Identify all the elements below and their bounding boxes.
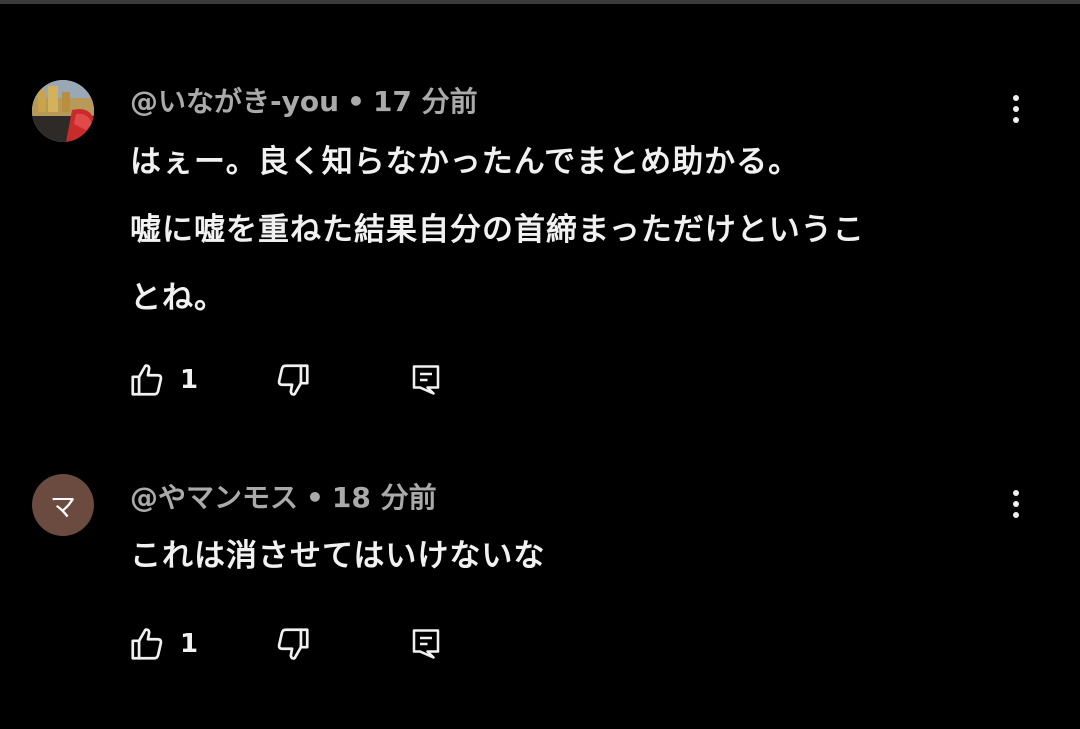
thumbs-up-icon	[131, 364, 163, 396]
dislike-button[interactable]	[274, 622, 312, 666]
comment-line: はぇー。良く知らなかったんでまとめ助かる。	[130, 144, 801, 180]
reply-button[interactable]	[408, 622, 444, 666]
more-vertical-icon	[1013, 95, 1019, 101]
comment-meta: @いながき-you • 17 分前	[130, 84, 478, 120]
comment-actions: 1	[128, 358, 488, 402]
more-vertical-icon-dot	[1013, 501, 1019, 507]
avatar[interactable]	[32, 80, 94, 142]
meta-separator: •	[306, 481, 324, 514]
photo-avatar-icon	[32, 80, 94, 142]
more-options-button[interactable]	[1000, 89, 1032, 129]
comment-actions: 1	[128, 622, 488, 666]
like-button[interactable]: 1	[128, 622, 198, 666]
reply-comment-icon	[412, 629, 440, 659]
comment-meta: @やマンモス • 18 分前	[130, 480, 437, 516]
like-count: 1	[180, 629, 199, 659]
more-vertical-icon-dot	[1013, 117, 1019, 123]
comment-text: はぇー。良く知らなかったんでまとめ助かる。 嘘に嘘を重ねた結果自分の首締まっただ…	[130, 128, 1010, 332]
dislike-button[interactable]	[274, 358, 312, 402]
more-vertical-icon-dot	[1013, 512, 1019, 518]
comment-line: 嘘に嘘を重ねた結果自分の首締まっただけというこ	[130, 212, 865, 248]
meta-separator: •	[347, 85, 365, 118]
comment-text: これは消させてはいけないな	[130, 522, 1010, 590]
like-count: 1	[180, 365, 199, 395]
avatar[interactable]: マ	[32, 474, 94, 536]
reply-button[interactable]	[408, 358, 444, 402]
reply-comment-icon	[412, 365, 440, 395]
more-options-button[interactable]	[1000, 484, 1032, 524]
top-divider	[0, 0, 1080, 4]
author-name[interactable]: @やマンモス	[130, 481, 298, 514]
comment-time: 18 分前	[331, 481, 437, 514]
comment-line: とね。	[130, 280, 226, 316]
comment-time: 17 分前	[372, 85, 478, 118]
thumbs-down-icon	[277, 628, 309, 660]
avatar-initial: マ	[49, 492, 76, 523]
more-vertical-icon	[1013, 490, 1019, 496]
thumbs-down-icon	[277, 364, 309, 396]
like-button[interactable]: 1	[128, 358, 198, 402]
author-name[interactable]: @いながき-you	[130, 85, 339, 118]
thumbs-up-icon	[131, 628, 163, 660]
comment-line: これは消させてはいけないな	[130, 538, 546, 574]
more-vertical-icon-dot	[1013, 106, 1019, 112]
